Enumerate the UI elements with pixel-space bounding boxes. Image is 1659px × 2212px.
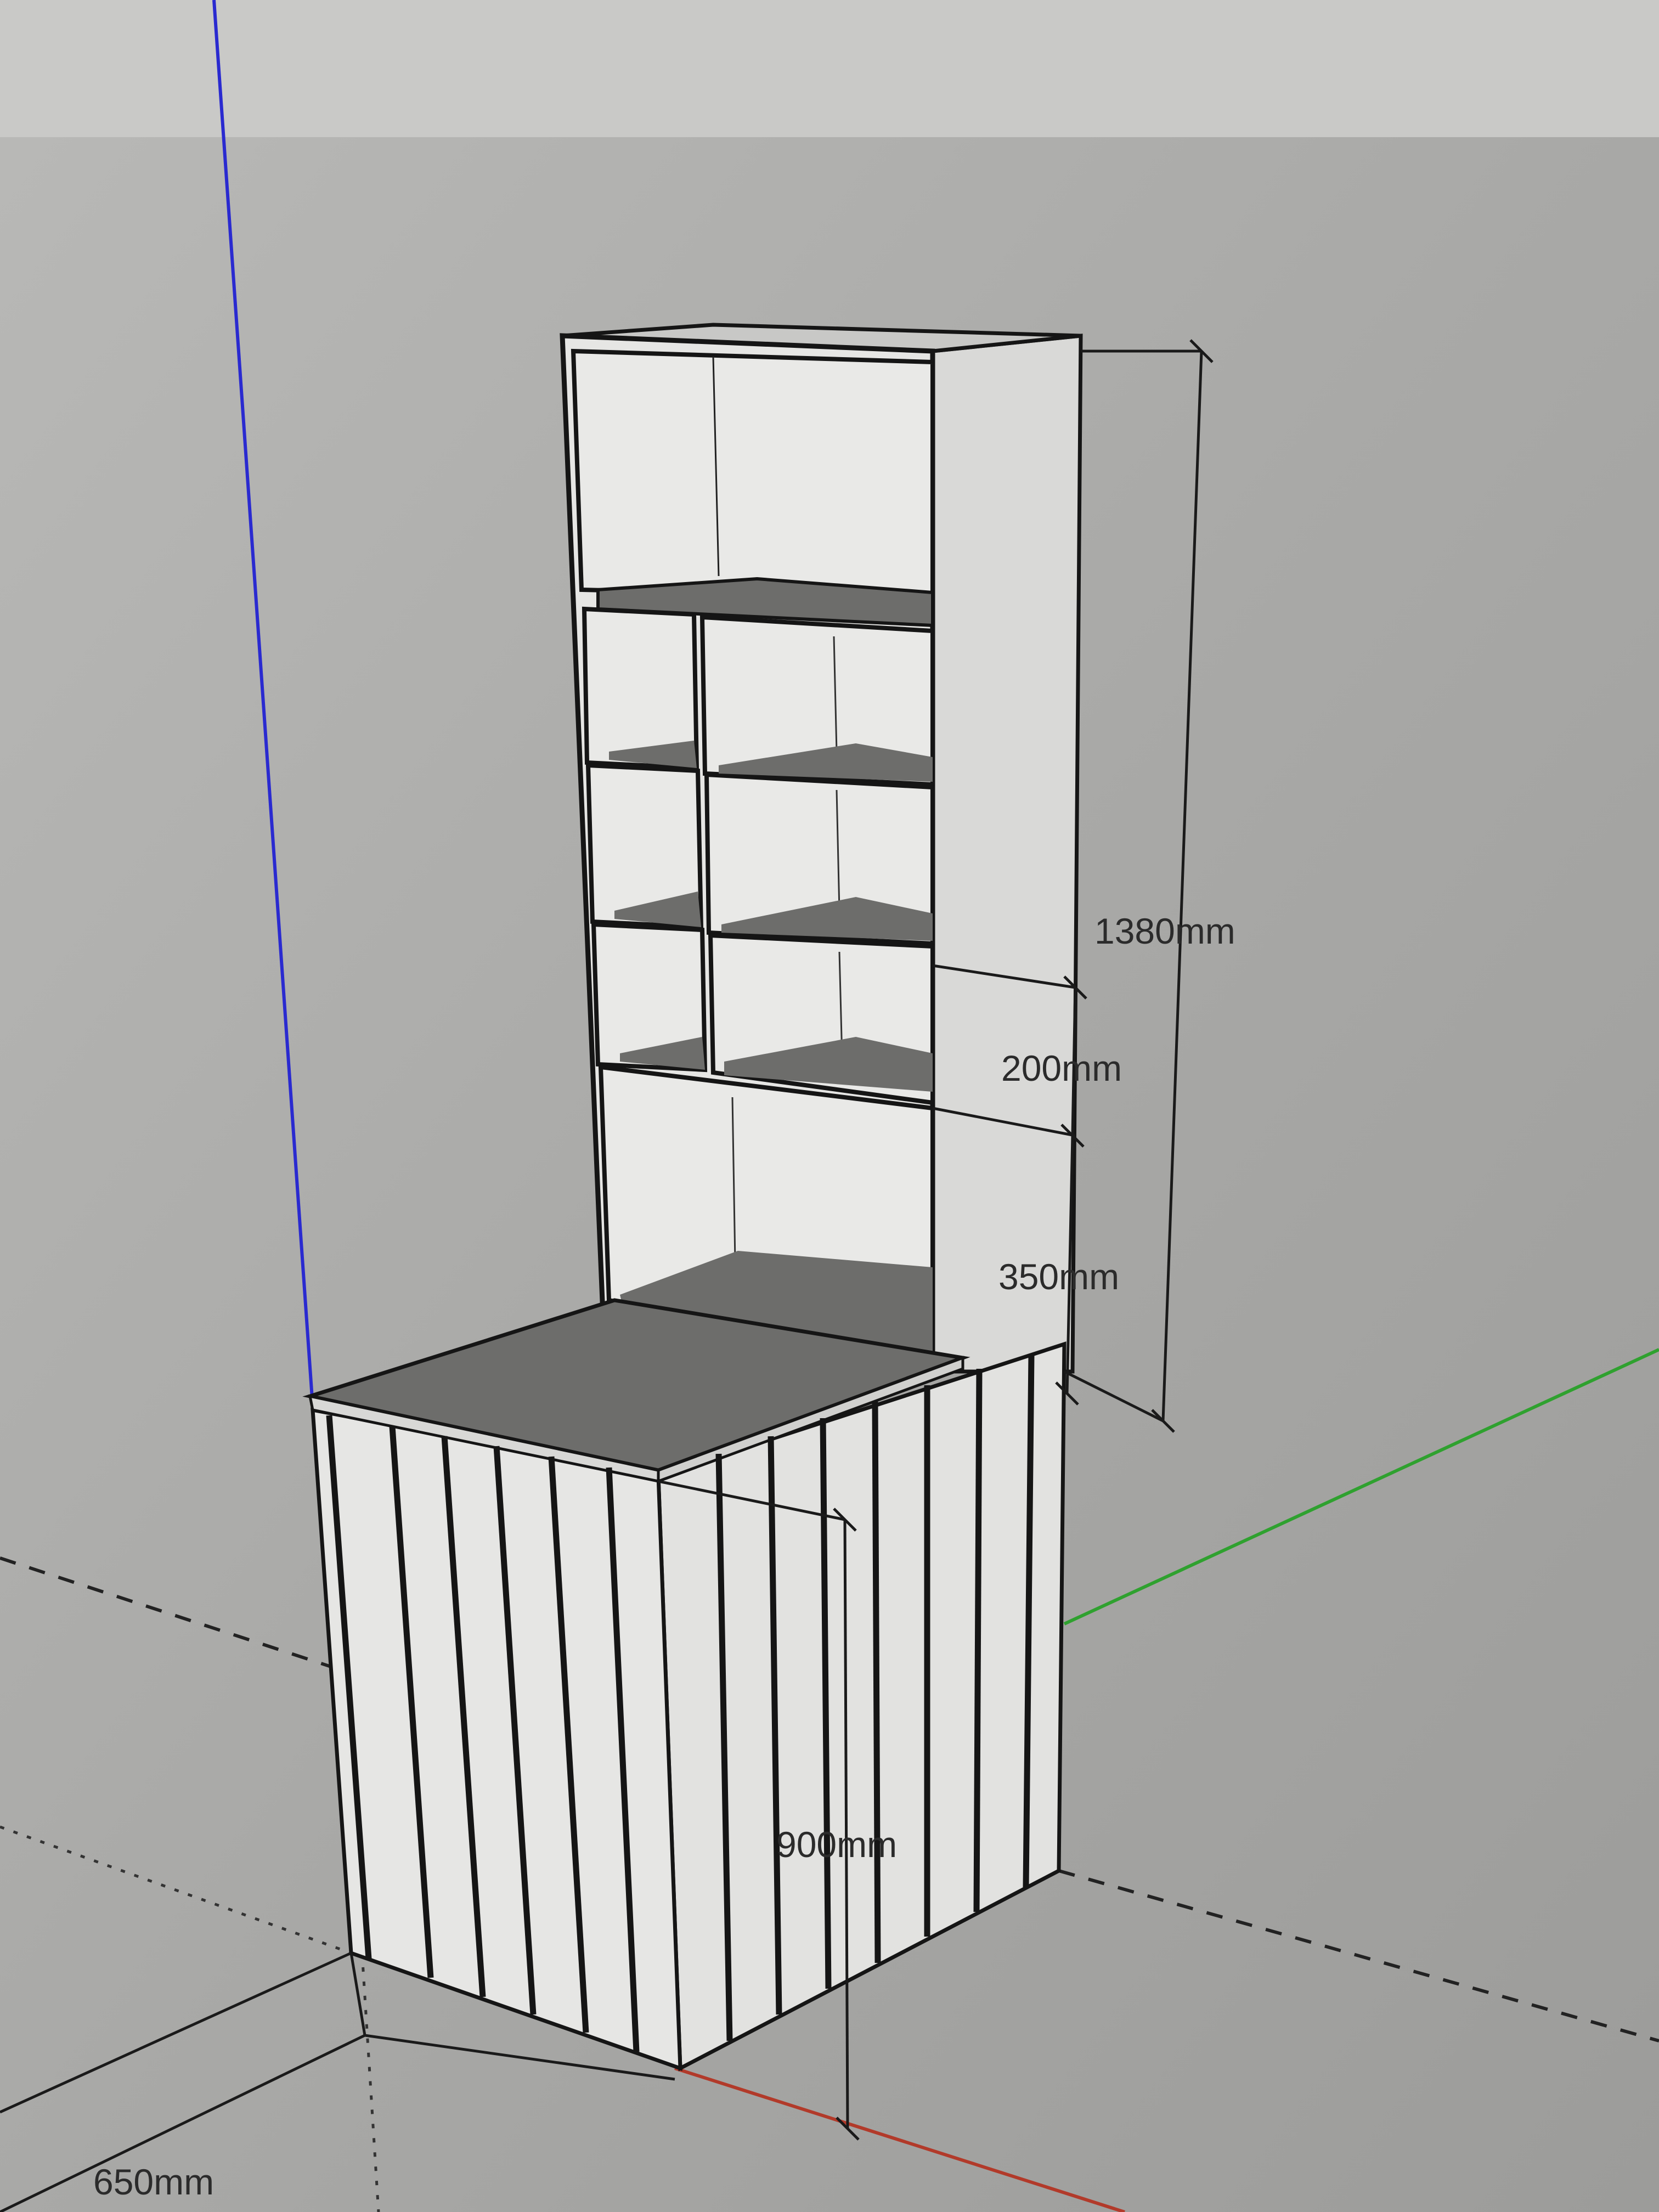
dimension-lower-gap: 350mm — [998, 1256, 1119, 1297]
slat — [973, 1368, 983, 1912]
shelf-unit[interactable] — [560, 323, 1083, 1375]
slat — [872, 1401, 881, 1963]
shelf-side-panel — [930, 334, 1083, 1374]
screen-top-bezel — [0, 0, 1659, 137]
dimension-total-height: 1380mm — [1094, 911, 1235, 951]
sketchup-viewport[interactable]: 1380mm 200mm 350mm 900mm 650mm — [0, 0, 1659, 2212]
dimension-base-height: 900mm — [776, 1824, 897, 1865]
dimension-base-depth: 650mm — [93, 2162, 214, 2202]
dimension-shelf-gap: 200mm — [1001, 1048, 1122, 1088]
compartment-top — [571, 348, 935, 601]
